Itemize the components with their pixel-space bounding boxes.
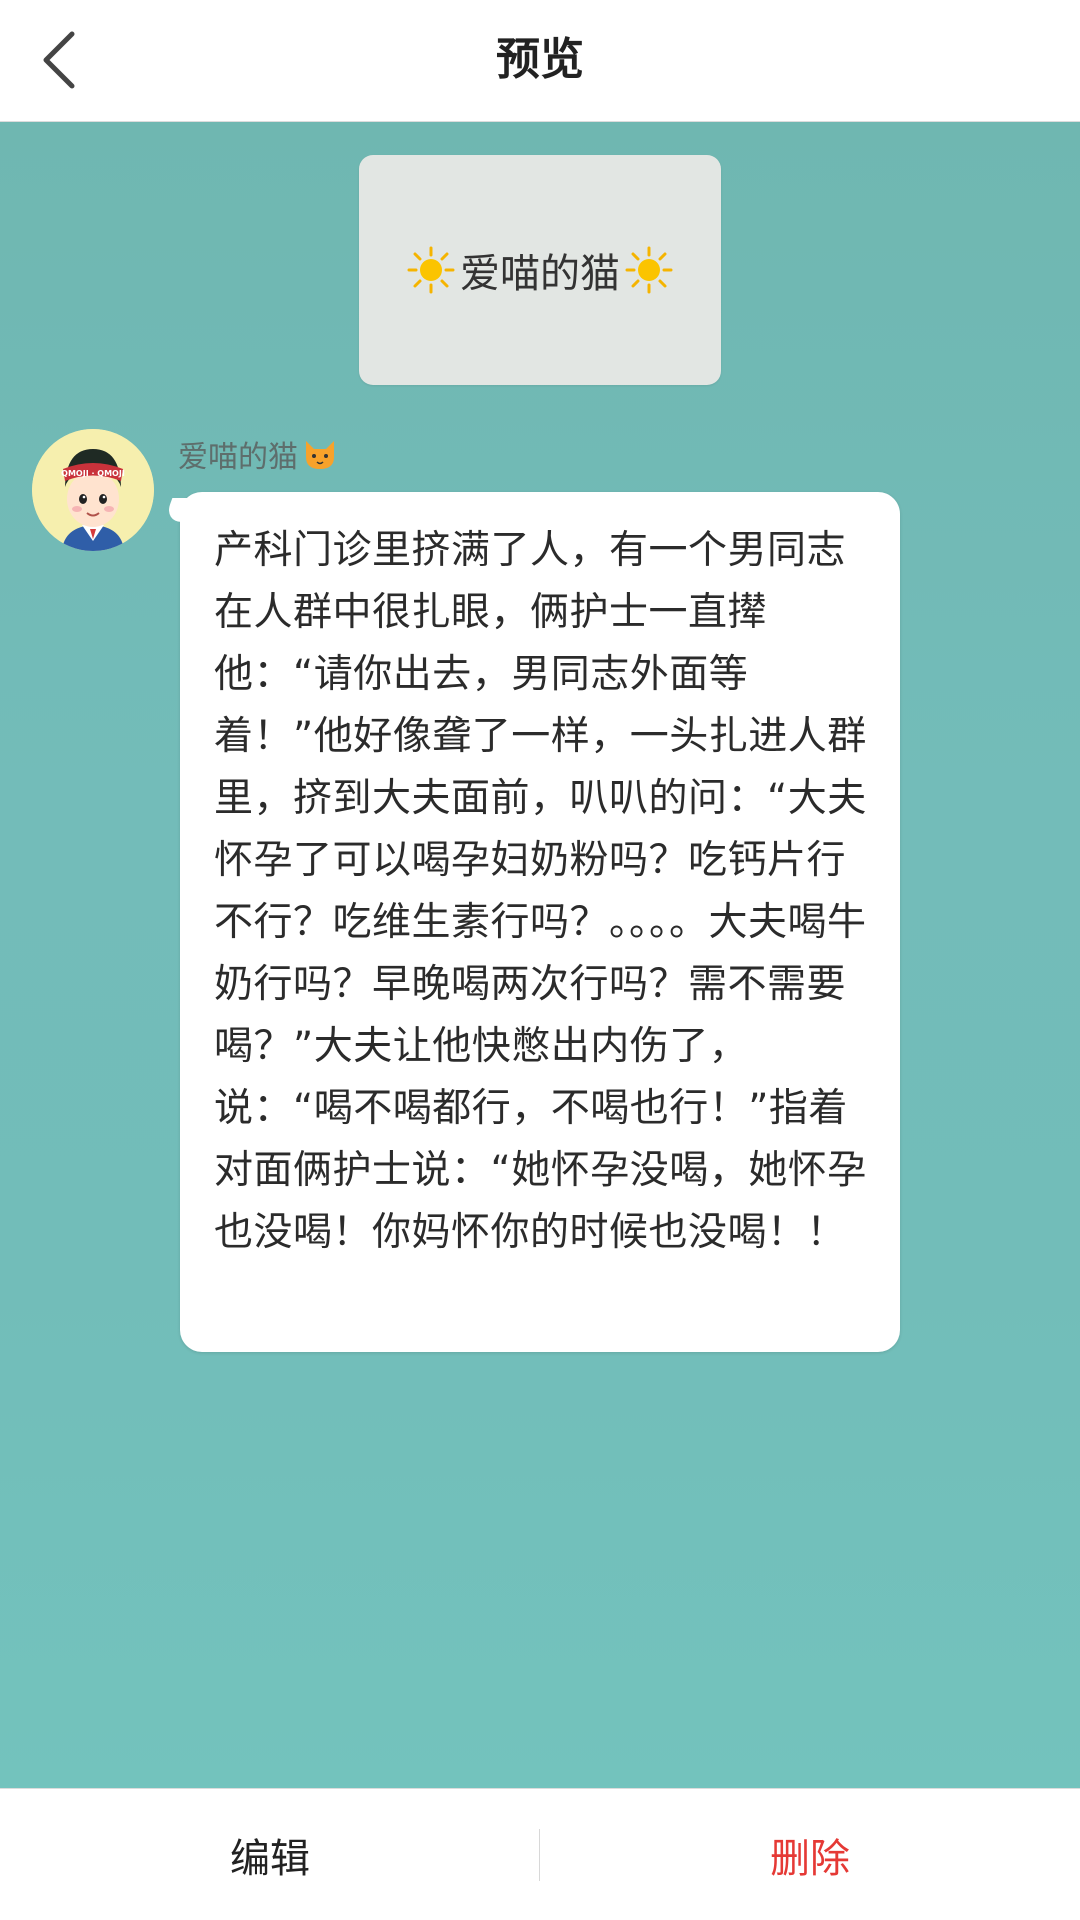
bottom-action-bar: 编辑 删除 — [0, 1788, 1080, 1920]
cat-face-icon — [306, 441, 334, 469]
sun-icon — [407, 246, 455, 294]
preview-screen: 预览 爱喵的猫 QMOJI · QMOJI 爱喵的猫 产科门诊里挤满了人，有一个… — [0, 0, 1080, 1920]
avatar[interactable]: QMOJI · QMOJI — [32, 429, 154, 551]
message-text: 产科门诊里挤满了人，有一个男同志在人群中很扎眼，俩护士一直撵他：“请你出去，男同… — [214, 528, 867, 1255]
qmoji-boy-avatar-icon: QMOJI · QMOJI — [32, 429, 154, 551]
message-bubble[interactable]: 产科门诊里挤满了人，有一个男同志在人群中很扎眼，俩护士一直撵他：“请你出去，男同… — [180, 492, 900, 1352]
chat-preview-area: 爱喵的猫 QMOJI · QMOJI 爱喵的猫 产科门诊里挤满了人，有一个男同志… — [0, 122, 1080, 1788]
banner-title: 爱喵的猫 — [460, 251, 620, 297]
sender-name: 爱喵的猫 — [178, 440, 298, 475]
delete-button[interactable]: 删除 — [540, 1789, 1080, 1920]
sun-icon — [625, 246, 673, 294]
group-name-banner: 爱喵的猫 — [359, 155, 721, 385]
sender-name-row: 爱喵的猫 — [178, 432, 338, 476]
top-bar: 预览 — [0, 0, 1080, 122]
avatar-headband-text: QMOJI · QMOJI — [61, 469, 125, 478]
edit-button[interactable]: 编辑 — [0, 1789, 540, 1920]
page-title: 预览 — [496, 34, 584, 85]
